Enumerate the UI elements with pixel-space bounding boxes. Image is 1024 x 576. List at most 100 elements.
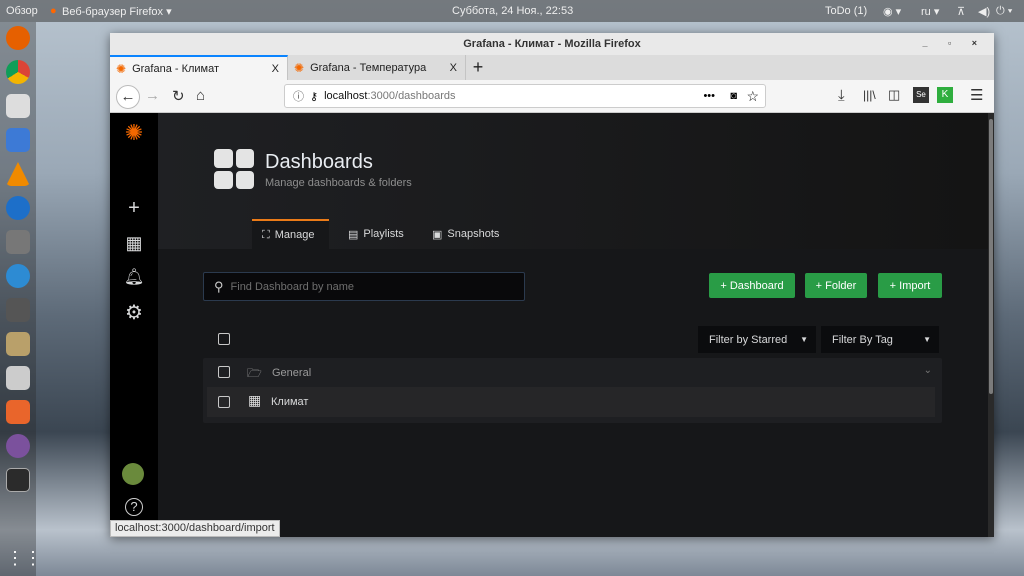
grafana-page: ✺ + ▦ 🔔︎ ⚙ ? Dashboards Manage dashboard… xyxy=(110,113,994,537)
tab-playlists[interactable]: ▤ Playlists xyxy=(338,219,414,249)
url-bar[interactable]: ⓘ ⚷ localhost:3000/dashboards ••• ◙ ☆ xyxy=(284,84,766,108)
accessibility-icon[interactable]: ◉ ▾ xyxy=(883,5,901,18)
tab-strip: ✺ Grafana - Климат X ✺ Grafana - Темпера… xyxy=(110,55,994,80)
key-icon: ⚷ xyxy=(310,90,319,103)
page-actions-icon[interactable]: ••• xyxy=(703,90,715,102)
reload-button[interactable]: ↻ xyxy=(172,87,185,105)
todo-indicator[interactable]: ToDo (1) xyxy=(825,5,867,17)
page-title: Dashboards xyxy=(265,151,373,173)
filter-starred-select[interactable]: Filter by Starred ▼ xyxy=(698,326,816,353)
new-folder-button[interactable]: + Folder xyxy=(805,273,867,298)
document-icon[interactable] xyxy=(6,128,30,152)
new-tab-button[interactable]: + xyxy=(466,55,490,80)
info-icon[interactable]: ⓘ xyxy=(293,88,304,104)
configuration-gear-icon[interactable]: ⚙ xyxy=(122,301,146,325)
downloads-icon[interactable]: ⤓ xyxy=(838,87,845,104)
alerting-bell-icon[interactable]: 🔔︎ xyxy=(122,266,146,290)
grafana-logo-icon[interactable]: ✺ xyxy=(122,121,146,145)
window-titlebar: Grafana - Климат - Mozilla Firefox _ ▫ × xyxy=(110,33,994,55)
browser-tab-klimat[interactable]: ✺ Grafana - Климат X xyxy=(110,55,288,80)
page-header: Dashboards Manage dashboards & folders ⛶… xyxy=(158,113,988,249)
tab-label: Grafana - Климат xyxy=(132,62,220,75)
folder-general[interactable]: General xyxy=(272,367,311,379)
overview-button[interactable]: Обзор xyxy=(6,5,38,17)
dashboard-grid-icon: ▦ xyxy=(248,392,262,408)
close-tab-icon[interactable]: X xyxy=(450,62,457,74)
tab-manage[interactable]: ⛶ Manage xyxy=(252,219,329,249)
tab-snapshots[interactable]: ▣ Snapshots xyxy=(422,219,509,249)
menu-icon[interactable]: ☰ xyxy=(970,86,983,104)
vlc-icon[interactable] xyxy=(6,162,30,186)
clock[interactable]: Суббота, 24 Ноя., 22:53 xyxy=(452,5,573,17)
tab-label: Grafana - Температура xyxy=(310,61,427,74)
app-menu[interactable]: Веб-браузер Firefox ▾ xyxy=(62,5,172,18)
dashboard-row[interactable]: ▦ Климат xyxy=(207,387,935,417)
firefox-icon: ● xyxy=(50,5,57,17)
import-button[interactable]: + Import xyxy=(878,273,942,298)
library-icon[interactable]: |||\ xyxy=(863,88,876,102)
dashboards-icon[interactable]: ▦ xyxy=(122,231,146,255)
grafana-favicon-icon: ✺ xyxy=(116,61,127,76)
back-button[interactable]: ← xyxy=(116,85,140,109)
search-placeholder: Find Dashboard by name xyxy=(230,280,355,293)
page-subtitle: Manage dashboards & folders xyxy=(265,177,412,189)
tools-icon[interactable] xyxy=(6,230,30,254)
avatar[interactable] xyxy=(122,463,144,485)
snapshot-icon: ▣ xyxy=(432,228,443,241)
playlist-icon: ▤ xyxy=(348,228,359,241)
grafana-favicon-icon: ✺ xyxy=(294,60,305,75)
tab-label: Playlists xyxy=(363,228,404,240)
chevron-down-icon[interactable]: ⌄ xyxy=(924,365,932,376)
simplenote-icon[interactable] xyxy=(6,196,30,220)
bookmark-star-icon[interactable]: ☆ xyxy=(746,88,759,105)
filter-tag-select[interactable]: Filter By Tag ▼ xyxy=(821,326,939,353)
caret-down-icon: ▼ xyxy=(800,335,808,344)
extension-icon[interactable]: K xyxy=(937,87,953,103)
forward-button[interactable]: → xyxy=(145,87,160,104)
filter-label: Filter By Tag xyxy=(832,333,893,346)
thunderbird-icon[interactable] xyxy=(6,264,30,288)
volume-icon[interactable]: ◀) xyxy=(978,5,990,18)
selenium-extension-icon[interactable]: Se xyxy=(913,87,929,103)
new-dashboard-button[interactable]: + Dashboard xyxy=(709,273,795,298)
browser-tab-temperature[interactable]: ✺ Grafana - Температура X xyxy=(288,55,466,80)
tab-label: Snapshots xyxy=(447,228,500,240)
rhythmbox-icon[interactable] xyxy=(6,94,30,118)
folder-open-icon: 🗁︎ xyxy=(247,366,262,380)
dashboard-checkbox[interactable] xyxy=(218,396,230,408)
search-icon: ⚲ xyxy=(214,278,224,294)
software-center-icon[interactable] xyxy=(6,400,30,424)
tab-label: Manage xyxy=(274,229,315,241)
calculator-icon[interactable] xyxy=(6,298,30,322)
viber-icon[interactable] xyxy=(6,434,30,458)
page-scrollbar[interactable] xyxy=(988,113,994,537)
grafana-sidebar: ✺ + ▦ 🔔︎ ⚙ ? xyxy=(110,113,158,537)
dashboard-title[interactable]: Климат xyxy=(271,396,308,408)
window-controls[interactable]: _ ▫ × xyxy=(923,38,986,48)
pocket-icon[interactable]: ◙ xyxy=(730,90,737,102)
network-icon[interactable]: ⊼ xyxy=(957,5,965,18)
firefox-window: Grafana - Климат - Mozilla Firefox _ ▫ ×… xyxy=(110,33,994,537)
folder-checkbox[interactable] xyxy=(218,366,230,378)
sitemap-icon: ⛶ xyxy=(262,228,270,241)
chrome-launcher-icon[interactable] xyxy=(6,60,30,84)
select-all-checkbox[interactable] xyxy=(218,333,230,345)
firefox-launcher-icon[interactable] xyxy=(6,26,30,50)
terminal-icon[interactable] xyxy=(6,468,30,492)
caret-down-icon: ▼ xyxy=(923,335,931,344)
filter-label: Filter by Starred xyxy=(709,333,788,346)
window-title: Grafana - Климат - Mozilla Firefox xyxy=(463,38,641,50)
home-button[interactable]: ⌂ xyxy=(196,87,205,104)
link-status-tooltip: localhost:3000/dashboard/import xyxy=(110,520,280,537)
sidebar-icon[interactable]: ◫ xyxy=(888,87,900,103)
url-host: localhost xyxy=(324,90,368,102)
close-tab-icon[interactable]: X xyxy=(272,63,279,75)
power-icon[interactable]: ⏻ ▾ xyxy=(996,5,1012,18)
files-icon[interactable] xyxy=(6,332,30,356)
apps-grid-icon[interactable]: ⋮⋮ xyxy=(6,546,42,570)
create-plus-icon[interactable]: + xyxy=(122,196,146,220)
language-menu[interactable]: ru ▾ xyxy=(921,5,939,18)
installer-icon[interactable] xyxy=(6,366,30,390)
help-icon[interactable]: ? xyxy=(125,498,143,516)
dashboard-search-input[interactable]: ⚲ Find Dashboard by name xyxy=(203,272,525,301)
